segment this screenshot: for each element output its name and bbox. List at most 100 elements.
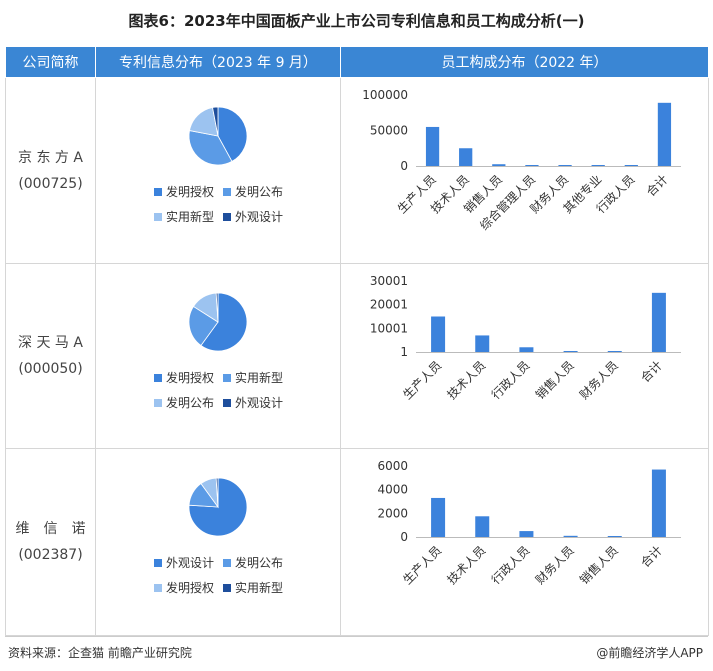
patent-pie-chart: 外观设计 发明公布发明授权 实用新型: [154, 477, 283, 595]
legend-label: 外观设计: [166, 556, 214, 570]
bar: [425, 126, 440, 166]
staff-cell: 0 50000 100000 生产人员 技术人员 销售人员 综合管理人员 财务人员 其他专业 行政…: [340, 77, 709, 264]
company-code: (000725): [18, 175, 83, 192]
table-header-row: 公司简称 专利信息分布（2023 年 9 月） 员工构成分布（2022 年）: [5, 46, 709, 78]
legend-swatch: [154, 374, 162, 382]
x-tick-label: 合计: [637, 358, 665, 386]
bar: [607, 351, 622, 352]
bar: [475, 516, 490, 537]
bar: [492, 164, 506, 166]
x-tick-label: 生产人员: [400, 543, 444, 587]
bar: [563, 535, 578, 537]
bar: [431, 316, 446, 352]
bar: [563, 351, 578, 352]
legend-swatch: [154, 584, 162, 592]
patent-cell: 发明授权 实用新型发明公布 外观设计: [95, 263, 341, 449]
legend-label: 发明授权: [166, 370, 214, 385]
footer-divider: [5, 636, 708, 637]
bar: [651, 292, 666, 352]
company-code: (002387): [18, 547, 83, 563]
staff-bar-chart: 050000100000生产人员技术人员销售人员综合管理人员财务人员其他专业行政…: [362, 88, 681, 233]
company-name: 深 天 马 A: [18, 335, 83, 351]
legend-swatch: [223, 399, 231, 407]
legend-label: 发明公布: [235, 555, 283, 570]
header-company: 公司简称: [5, 46, 96, 78]
footer-brand: @前瞻经济学人APP: [596, 646, 703, 660]
x-tick-label: 行政人员: [489, 543, 533, 587]
patent-cell: 发明授权 发明公布实用新型 外观设计: [95, 77, 341, 264]
legend-swatch: [154, 399, 162, 407]
legend-label: 外观设计: [235, 210, 283, 224]
y-tick-label: 50000: [370, 124, 408, 138]
legend-label: 实用新型: [166, 209, 214, 224]
y-tick-label: 0: [400, 530, 408, 544]
bar: [519, 531, 534, 537]
legend-label: 发明公布: [166, 395, 214, 410]
table-row: 深 天 马 A (000050) 发明授权 实用新型发明公布 外观设计 1 10001…: [5, 263, 709, 449]
legend-label: 实用新型: [235, 580, 283, 595]
x-tick-label: 财务人员: [532, 543, 577, 588]
legend-swatch: [223, 584, 231, 592]
legend-swatch: [223, 213, 231, 221]
company-code: (000050): [18, 361, 83, 377]
table-row: 京 东 方 A (000725) 发明授权 发明公布实用新型 外观设计 0 50000…: [5, 77, 709, 264]
company-cell: 维 信 诺 (002387): [5, 448, 96, 636]
legend-label: 发明授权: [166, 184, 214, 199]
x-tick-label: 技术人员: [445, 543, 489, 587]
x-tick-label: 生产人员: [400, 358, 444, 402]
data-table: 公司简称 专利信息分布（2023 年 9 月） 员工构成分布（2022 年） 京…: [5, 46, 709, 636]
bar: [657, 102, 672, 166]
bar: [558, 165, 572, 166]
company-cell: 京 东 方 A (000725): [5, 77, 96, 264]
legend-swatch: [223, 374, 231, 382]
bar: [431, 497, 446, 537]
header-patent: 专利信息分布（2023 年 9 月）: [95, 46, 341, 78]
x-tick-label: 财务人员: [576, 358, 621, 403]
y-tick-label: 2000: [377, 506, 408, 520]
bar: [519, 347, 534, 352]
bar: [651, 469, 666, 537]
patent-pie-chart: 发明授权 实用新型发明公布 外观设计: [154, 292, 283, 410]
legend-swatch: [154, 559, 162, 567]
staff-bar-chart: 1 10001 20001 30001 生产人员 技术人员 行政人员 销售人员 财务人员 合计: [370, 274, 681, 403]
legend-label: 发明公布: [235, 184, 283, 199]
table-row: 维 信 诺 (002387) 外观设计 发明公布发明授权 实用新型 0 2000 400…: [5, 448, 709, 636]
staff-bar-chart: 0 2000 4000 6000 生产人员 技术人员 行政人员 财务人员 销售人员 合计: [377, 459, 681, 588]
legend-label: 实用新型: [235, 370, 283, 385]
bar: [591, 165, 605, 166]
patent-cell: 外观设计 发明公布发明授权 实用新型: [95, 448, 341, 636]
y-tick-label: 1: [400, 345, 408, 359]
legend-label: 外观设计: [235, 396, 283, 410]
footer-source: 资料来源：企查猫 前瞻产业研究院: [8, 646, 192, 660]
bar: [607, 536, 622, 537]
y-tick-label: 100000: [362, 88, 408, 102]
page-title: 图表6：2023年中国面板产业上市公司专利信息和员工构成分析(一): [128, 12, 585, 30]
legend-swatch: [223, 559, 231, 567]
y-tick-label: 4000: [377, 483, 408, 497]
bar: [459, 148, 473, 166]
company-cell: 深 天 马 A (000050): [5, 263, 96, 449]
company-name: 京 东 方 A: [18, 149, 83, 166]
legend-swatch: [154, 213, 162, 221]
staff-cell: 0 2000 4000 6000 生产人员 技术人员 行政人员 财务人员 销售人员 合计: [340, 448, 709, 636]
company-name: 维 信 诺: [15, 521, 86, 537]
patent-pie-chart: 发明授权 发明公布实用新型 外观设计: [154, 106, 283, 224]
y-tick-label: 6000: [377, 459, 408, 473]
y-tick-label: 20001: [370, 298, 408, 312]
x-tick-label: 合计: [637, 543, 665, 571]
header-staff: 员工构成分布（2022 年）: [340, 46, 709, 78]
legend-swatch: [154, 188, 162, 196]
x-tick-label: 销售人员: [532, 358, 577, 403]
bar: [624, 165, 638, 166]
y-tick-label: 10001: [370, 321, 408, 335]
bar: [475, 335, 490, 352]
x-tick-label: 合计: [643, 172, 671, 200]
bar: [525, 165, 539, 166]
x-tick-label: 行政人员: [489, 358, 533, 402]
y-tick-label: 0: [400, 159, 408, 173]
staff-cell: 1 10001 20001 30001 生产人员 技术人员 行政人员 销售人员 财务人员 合计: [340, 263, 709, 449]
y-tick-label: 30001: [370, 274, 408, 288]
x-tick-label: 销售人员: [576, 543, 621, 588]
x-tick-label: 技术人员: [445, 358, 489, 402]
legend-label: 发明授权: [166, 580, 214, 595]
